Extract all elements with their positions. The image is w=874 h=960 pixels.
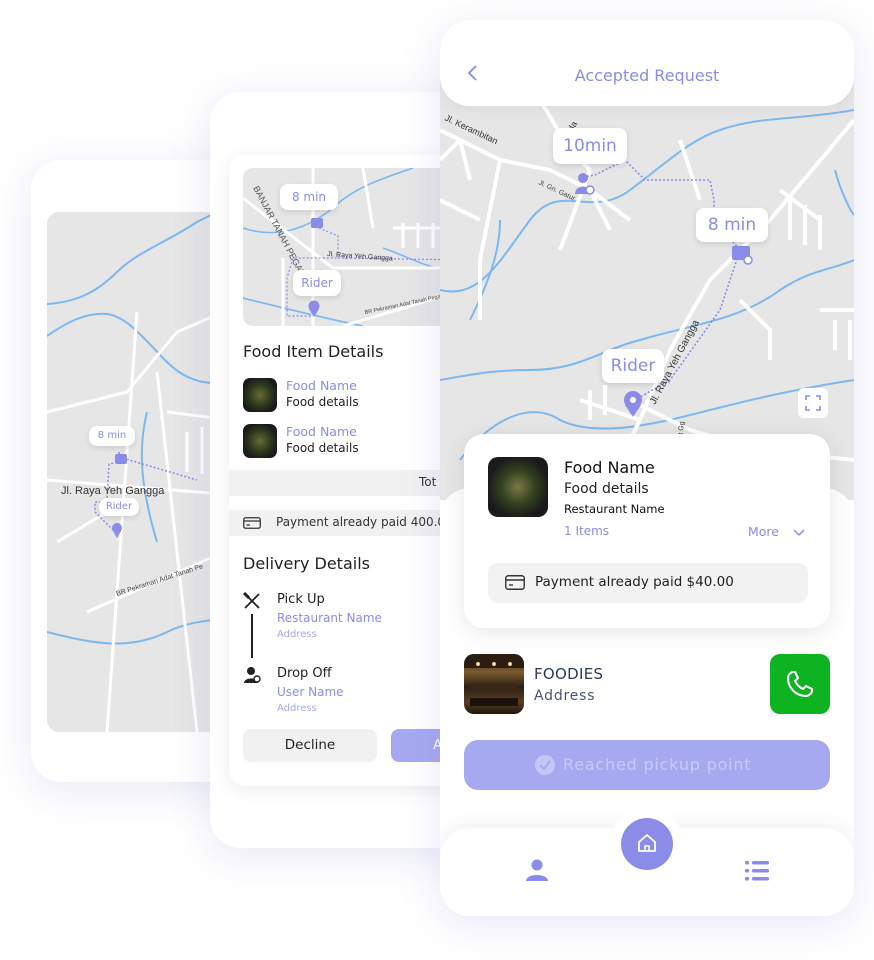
user-pin-icon (244, 667, 261, 683)
pickup-title: Pick Up (277, 592, 325, 607)
rider-bubble: Rider (293, 270, 341, 296)
pickup-restaurant: Restaurant Name (277, 611, 382, 625)
pickup-row: Pick Up Restaurant Name Address (243, 592, 463, 658)
phone-screen-accepted-request: Jl. Garuda Jl. Kerambitan Jl. Gn. Gatur … (440, 20, 854, 916)
food-item[interactable]: Food Name Food details (243, 424, 463, 460)
profile-nav-button[interactable] (525, 858, 549, 886)
route-connector (251, 614, 253, 658)
food-image (243, 378, 277, 412)
map-road-label: BR Pekraman Adat Tanah Pe (115, 563, 204, 598)
map-road-label: BR Pekraman Adat Tanah Pegat (364, 294, 443, 316)
total-label: Tot (419, 475, 437, 489)
food-name: Food Name (286, 378, 357, 393)
decline-button[interactable]: Decline (243, 729, 377, 762)
food-name: Food Name (286, 424, 357, 439)
food-image (243, 424, 277, 458)
food-details: Food details (564, 481, 649, 497)
more-label: More (748, 524, 779, 539)
phone-screen-order-details: BANJAR TANAH PEGAT Jl. Raya Yeh Gangga B… (210, 92, 470, 848)
restaurant-image (464, 654, 524, 714)
order-details-card: BANJAR TANAH PEGAT Jl. Raya Yeh Gangga B… (229, 154, 470, 786)
food-items-heading: Food Item Details (243, 342, 384, 361)
payment-text: Payment already paid $40.00 (535, 574, 734, 590)
chevron-down-icon (793, 528, 805, 536)
total-row: Tot (229, 470, 470, 496)
restaurant-name: Restaurant Name (564, 502, 665, 516)
call-button[interactable] (770, 654, 830, 714)
map-road-label: Jl. Raya Yeh Gangga (327, 251, 393, 263)
page-title: Accepted Request (574, 66, 720, 85)
card-icon (505, 575, 525, 590)
payment-row: Payment already paid 400.0 (229, 510, 470, 536)
dropoff-title: Drop Off (277, 666, 332, 681)
restaurant-title: FOODIES (534, 665, 604, 683)
fork-knife-icon (243, 592, 260, 609)
orders-nav-button[interactable] (745, 860, 769, 886)
eta-bubble: 8 min (696, 208, 768, 242)
item-count: 1 Items (564, 524, 610, 538)
food-details: Food details (286, 441, 359, 455)
eta-bubble: 8 min (280, 184, 338, 210)
map-road-label: Jl. Gn. Gatur (537, 179, 577, 202)
reached-pickup-button[interactable]: Reached pickup point (464, 740, 830, 790)
dropoff-row: Drop Off User Name Address (243, 666, 463, 726)
dropoff-address: Address (277, 703, 317, 714)
payment-status: Payment already paid $40.00 (488, 563, 808, 603)
restaurant-address: Address (534, 688, 596, 704)
eta-bubble: 8 min (89, 426, 135, 446)
reached-pickup-label: Reached pickup point (563, 755, 752, 774)
dropoff-user: User Name (277, 685, 344, 699)
rider-bubble: Rider (99, 498, 139, 516)
food-name: Food Name (564, 458, 655, 477)
home-icon (638, 834, 656, 852)
card-icon (243, 517, 261, 529)
rider-bubble: Rider (602, 349, 664, 383)
payment-text: Payment already paid 400.0 (276, 515, 446, 529)
list-icon (745, 861, 769, 881)
eta-bubble: 10min (553, 128, 627, 164)
food-details: Food details (286, 395, 359, 409)
delivery-heading: Delivery Details (243, 554, 370, 573)
phone-icon (787, 671, 813, 697)
map-road-label: Jl. Raya Yeh Gangga (61, 485, 165, 497)
user-icon (526, 859, 548, 881)
map-view[interactable]: BANJAR TANAH PEGAT Jl. Raya Yeh Gangga B… (243, 168, 470, 326)
map-road-label: Jl. Kerambitan (443, 113, 499, 146)
fullscreen-icon (805, 395, 821, 411)
home-nav-button[interactable] (621, 818, 673, 870)
order-card: Food Name Food details Restaurant Name 1… (464, 434, 830, 628)
food-item[interactable]: Food Name Food details (243, 378, 463, 414)
check-circle-icon (535, 755, 555, 775)
food-image (488, 457, 548, 517)
pickup-address: Address (277, 629, 317, 640)
expand-map-button[interactable] (798, 388, 828, 418)
app-header: Accepted Request (440, 20, 854, 106)
more-button[interactable]: More (748, 524, 805, 539)
